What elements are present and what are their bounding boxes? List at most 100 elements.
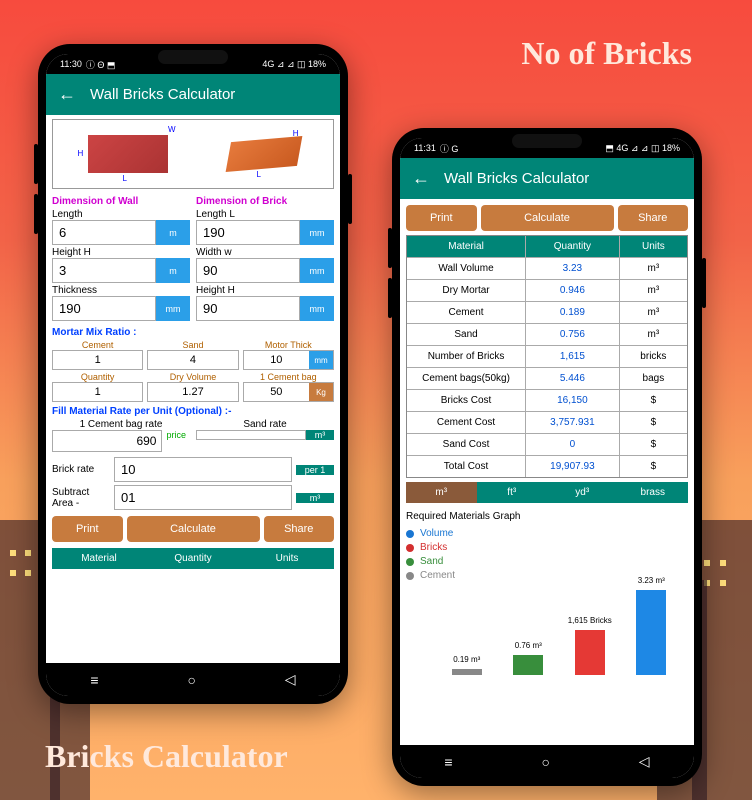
length-label: Length [52, 209, 190, 220]
chart: 0.19 m³ 0.76 m³ 1,615 Bricks 3.23 m³ [406, 585, 688, 675]
rate-section: Fill Material Rate per Unit (Optional) :… [52, 406, 334, 417]
print-button-2[interactable]: Print [406, 205, 477, 231]
unit-tab-ft3[interactable]: ft³ [477, 482, 548, 503]
table-row: Dry Mortar0.946m³ [407, 280, 687, 302]
table-row: Cement bags(50kg)5.446bags [407, 368, 687, 390]
heading-top: No of Bricks [521, 35, 692, 72]
thickness-unit[interactable]: mm [156, 296, 190, 321]
unit-tabs: m³ ft³ yd³ brass [406, 482, 688, 503]
legend-bricks: Bricks [406, 542, 688, 553]
nav-back-icon-2[interactable]: ◁ [639, 753, 650, 770]
nav-back-icon[interactable]: ◁ [285, 671, 296, 688]
price-tag: price [162, 430, 190, 452]
table-row: Sand Cost0$ [407, 434, 687, 456]
heighth-input[interactable]: 3 [52, 258, 156, 283]
cementbag-input[interactable]: 50 [244, 383, 309, 401]
widthw-label: Width w [196, 247, 334, 258]
heighth2-label: Height H [196, 285, 334, 296]
legend-volume: Volume [406, 528, 688, 539]
lengthl-unit[interactable]: mm [300, 220, 334, 245]
mortarthick-label: Motor Thick [243, 340, 334, 350]
heading-bottom: Bricks Calculator [45, 738, 288, 775]
lengthl-label: Length L [196, 209, 334, 220]
app-title: Wall Bricks Calculator [90, 86, 235, 103]
cementbagrate-label: 1 Cement bag rate [52, 419, 190, 430]
mortarthick-unit[interactable]: mm [309, 351, 333, 369]
nav-home-icon-2[interactable]: ○ [541, 754, 549, 770]
unit-tab-yd3[interactable]: yd³ [547, 482, 618, 503]
app-title-2: Wall Bricks Calculator [444, 170, 589, 187]
widthw-input[interactable]: 90 [196, 258, 300, 283]
table-row: Cement Cost3,757.931$ [407, 412, 687, 434]
phone-right: 11:31ⓘ G ⬒ 4G ⊿ ⊿ ◫ 18% ← Wall Bricks Ca… [392, 128, 702, 786]
bar-bricks: 1,615 Bricks [575, 630, 605, 675]
bar-sand: 0.76 m³ [513, 655, 543, 675]
status-bar-2: 11:31ⓘ G ⬒ 4G ⊿ ⊿ ◫ 18% [400, 138, 694, 158]
dryvolume-input[interactable]: 1.27 [148, 383, 237, 401]
nav-bar: ≡ ○ ◁ [46, 663, 340, 696]
table-row: Sand0.756m³ [407, 324, 687, 346]
result-table: MaterialQuantityUnits Wall Volume3.23m³D… [406, 235, 688, 478]
calculate-button[interactable]: Calculate [127, 516, 260, 542]
subtractarea-input[interactable]: 01 [114, 485, 292, 510]
back-icon[interactable]: ← [58, 84, 76, 105]
calculate-button-2[interactable]: Calculate [481, 205, 614, 231]
app-header-2: ← Wall Bricks Calculator [400, 158, 694, 199]
heighth2-unit[interactable]: mm [300, 296, 334, 321]
cement-input[interactable]: 1 [53, 351, 142, 369]
nav-home-icon[interactable]: ○ [187, 672, 195, 688]
sandrate-input[interactable] [196, 430, 306, 440]
length-unit[interactable]: m [156, 220, 190, 245]
cementbagrate-input[interactable]: 690 [52, 430, 162, 452]
cement-label: Cement [52, 340, 143, 350]
section-wall: Dimension of Wall [52, 196, 190, 207]
quantity-input[interactable]: 1 [53, 383, 142, 401]
heighth2-input[interactable]: 90 [196, 296, 300, 321]
heighth-label: Height H [52, 247, 190, 258]
sandrate-unit[interactable]: m³ [306, 430, 334, 440]
table-row: Wall Volume3.23m³ [407, 258, 687, 280]
mortar-section: Mortar Mix Ratio : [52, 327, 334, 338]
cementbag-label: 1 Cement bag [243, 372, 334, 382]
brickrate-input[interactable]: 10 [114, 457, 292, 482]
length-input[interactable]: 6 [52, 220, 156, 245]
back-icon-2[interactable]: ← [412, 168, 430, 189]
nav-bar-2: ≡ ○ ◁ [400, 745, 694, 778]
nav-recent-icon[interactable]: ≡ [90, 672, 98, 688]
thickness-input[interactable]: 190 [52, 296, 156, 321]
unit-tab-m3[interactable]: m³ [406, 482, 477, 503]
brickrate-label: Brick rate [52, 464, 110, 475]
bar-volume: 3.23 m³ [636, 590, 666, 675]
brick-diagram: W H L H L [52, 119, 334, 189]
table-row: Number of Bricks1,615bricks [407, 346, 687, 368]
table-header: MaterialQuantityUnits [52, 548, 334, 569]
bar-cement: 0.19 m³ [452, 669, 482, 675]
phone-left: 11:30ⓘ Θ ⬒ 4G ⊿ ⊿ ◫ 18% ← Wall Bricks Ca… [38, 44, 348, 704]
app-header: ← Wall Bricks Calculator [46, 74, 340, 115]
section-brick: Dimension of Brick [196, 196, 334, 207]
cementbag-unit[interactable]: Kg [309, 383, 333, 401]
sandrate-label: Sand rate [196, 419, 334, 430]
status-bar: 11:30ⓘ Θ ⬒ 4G ⊿ ⊿ ◫ 18% [46, 54, 340, 74]
table-row: Bricks Cost16,150$ [407, 390, 687, 412]
heighth-unit[interactable]: m [156, 258, 190, 283]
sand-input[interactable]: 4 [148, 351, 237, 369]
sand-label: Sand [147, 340, 238, 350]
brickrate-unit[interactable]: per 1 [296, 465, 334, 475]
dryvolume-label: Dry Volume [147, 372, 238, 382]
legend-sand: Sand [406, 556, 688, 567]
share-button-2[interactable]: Share [618, 205, 689, 231]
print-button[interactable]: Print [52, 516, 123, 542]
table-row: Cement0.189m³ [407, 302, 687, 324]
widthw-unit[interactable]: mm [300, 258, 334, 283]
thickness-label: Thickness [52, 285, 190, 296]
table-row: Total Cost19,907.93$ [407, 456, 687, 477]
nav-recent-icon-2[interactable]: ≡ [444, 754, 452, 770]
quantity-label: Quantity [52, 372, 143, 382]
lengthl-input[interactable]: 190 [196, 220, 300, 245]
unit-tab-brass[interactable]: brass [618, 482, 689, 503]
subtractarea-unit[interactable]: m³ [296, 493, 334, 503]
share-button[interactable]: Share [264, 516, 335, 542]
mortarthick-input[interactable]: 10 [244, 351, 309, 369]
graph-title: Required Materials Graph [406, 511, 688, 522]
